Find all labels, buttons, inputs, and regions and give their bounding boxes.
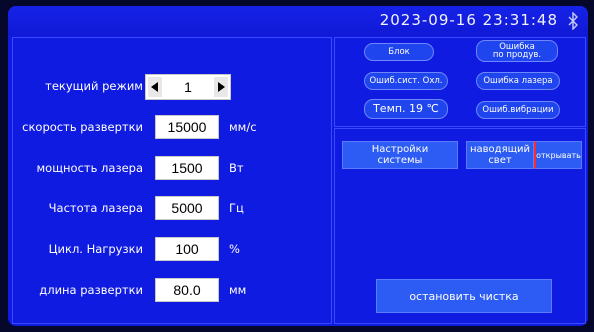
guide-light-label-2: свет — [488, 155, 512, 166]
guide-light-button[interactable]: наводящий свет — [466, 141, 534, 169]
laser-frequency-unit: Гц — [229, 201, 244, 215]
scan-speed-field[interactable]: 15000 — [155, 115, 219, 139]
temperature-indicator: Темп. 19 ℃ — [364, 99, 448, 119]
duty-cycle-field[interactable]: 100 — [155, 237, 219, 261]
mode-decrease-button[interactable] — [148, 77, 162, 97]
scan-length-field[interactable]: 80.0 — [155, 278, 219, 302]
bluetooth-icon — [568, 12, 578, 30]
laser-error-indicator: Ошибка лазера — [476, 72, 560, 90]
row-laser-frequency: Частота лазера 5000 Гц — [13, 196, 333, 222]
mode-value[interactable]: 1 — [166, 75, 210, 99]
scan-speed-label: скорость развертки — [22, 120, 143, 134]
laser-frequency-label: Частота лазера — [48, 201, 143, 215]
mode-spinner: 1 — [145, 74, 231, 100]
mode-increase-button[interactable] — [214, 77, 228, 97]
cooling-error-indicator: Ошиб.сист. Охл. — [364, 72, 448, 90]
product-blow-error-line2: по продув. — [492, 50, 542, 60]
laser-power-label: мощность лазера — [36, 161, 144, 175]
open-button[interactable]: открывать — [534, 141, 582, 169]
duty-cycle-label: Цикл. Нагрузки — [48, 242, 143, 256]
system-settings-button[interactable]: Настройки системы — [342, 141, 458, 169]
product-blow-error-indicator: Ошибка по продув. — [476, 40, 558, 62]
laser-power-unit: Вт — [229, 161, 244, 175]
row-scan-length: длина развертки 80.0 мм — [13, 278, 333, 304]
lock-indicator: Блок — [364, 43, 434, 61]
duty-cycle-unit: % — [229, 242, 240, 256]
laser-frequency-field[interactable]: 5000 — [155, 196, 219, 220]
parameters-panel: текущий режим 1 скорость развертки 15000… — [12, 37, 332, 324]
datetime-display: 2023-09-16 23:31:48 — [379, 11, 558, 29]
system-settings-label-1: Настройки — [371, 144, 429, 155]
row-scan-speed: скорость развертки 15000 мм/с — [13, 115, 333, 141]
current-mode-label: текущий режим — [45, 79, 143, 93]
row-duty-cycle: Цикл. Нагрузки 100 % — [13, 237, 333, 263]
arrow-right-icon — [218, 82, 225, 92]
scan-length-label: длина развертки — [39, 283, 143, 297]
laser-power-field[interactable]: 1500 — [155, 156, 219, 180]
system-settings-label-2: системы — [377, 155, 423, 166]
top-bar: 2023-09-16 23:31:48 — [8, 6, 588, 36]
guide-light-label-1: наводящий — [469, 144, 531, 155]
scan-length-unit: мм — [229, 283, 247, 297]
row-laser-power: мощность лазера 1500 Вт — [13, 156, 333, 182]
vibration-error-indicator: Ошиб.вибрации — [476, 101, 560, 119]
row-current-mode: текущий режим 1 — [13, 74, 333, 100]
stop-cleaning-button[interactable]: остановить чистка — [376, 279, 552, 313]
scan-speed-unit: мм/с — [229, 120, 257, 134]
arrow-left-icon — [151, 82, 158, 92]
